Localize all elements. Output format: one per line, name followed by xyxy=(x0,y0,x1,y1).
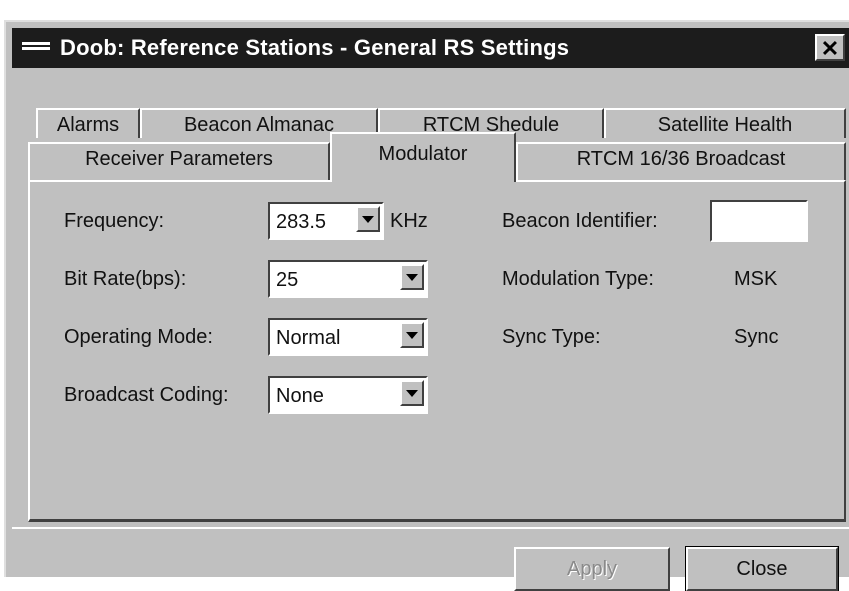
frequency-value: 283.5 xyxy=(276,211,327,233)
close-button[interactable]: Close xyxy=(685,546,839,591)
tab-rtcm-16-36-broadcast[interactable]: RTCM 16/36 Broadcast xyxy=(516,142,846,180)
beacon-identifier-label: Beacon Identifier: xyxy=(502,210,658,232)
tab-alarms[interactable]: Alarms xyxy=(36,108,140,138)
broadcast-coding-label: Broadcast Coding: xyxy=(64,384,229,406)
bit-rate-select[interactable]: 25 xyxy=(268,260,428,298)
tab-label: Modulator xyxy=(378,143,468,165)
frequency-unit: KHz xyxy=(390,210,428,232)
broadcast-coding-value: None xyxy=(276,385,324,407)
frequency-label: Frequency: xyxy=(64,210,165,232)
settings-window: Doob: Reference Stations - General RS Se… xyxy=(4,20,849,591)
tab-label: Beacon Almanac xyxy=(183,114,335,136)
operating-mode-select[interactable]: Normal xyxy=(268,318,428,356)
tab-receiver-parameters[interactable]: Receiver Parameters xyxy=(28,142,330,180)
apply-button[interactable]: Apply xyxy=(514,547,670,591)
frequency-select[interactable]: 283.5 xyxy=(268,202,384,240)
tab-label: Satellite Health xyxy=(657,114,793,136)
chevron-down-icon[interactable] xyxy=(400,380,424,406)
chevron-down-icon[interactable] xyxy=(400,322,424,348)
tab-satellite-health[interactable]: Satellite Health xyxy=(604,108,846,138)
tab-label: RTCM 16/36 Broadcast xyxy=(576,148,786,170)
tab-modulator[interactable]: Modulator xyxy=(330,132,516,182)
operating-mode-value: Normal xyxy=(276,327,341,349)
sync-type-value: Sync xyxy=(734,326,779,348)
sync-type-label: Sync Type: xyxy=(502,326,601,348)
tab-label: Receiver Parameters xyxy=(85,148,273,170)
bit-rate-value: 25 xyxy=(276,269,299,291)
modulation-type-value: MSK xyxy=(734,268,778,290)
window-title: Doob: Reference Stations - General RS Se… xyxy=(60,35,570,60)
tab-label: Alarms xyxy=(56,114,120,136)
close-icon[interactable]: ✕ xyxy=(815,34,845,61)
bit-rate-label: Bit Rate(bps): xyxy=(64,268,187,290)
window-menu-icon[interactable] xyxy=(22,42,50,54)
modulation-type-label: Modulation Type: xyxy=(502,268,654,290)
title-bar[interactable]: Doob: Reference Stations - General RS Se… xyxy=(12,28,849,68)
chevron-down-icon[interactable] xyxy=(400,264,424,290)
modulator-panel: Frequency: 283.5 KHz Bit Rate(bps): 25 O… xyxy=(28,180,846,522)
beacon-identifier-input[interactable] xyxy=(710,200,808,242)
broadcast-coding-select[interactable]: None xyxy=(268,376,428,414)
operating-mode-label: Operating Mode: xyxy=(64,326,213,348)
chevron-down-icon[interactable] xyxy=(356,206,380,232)
